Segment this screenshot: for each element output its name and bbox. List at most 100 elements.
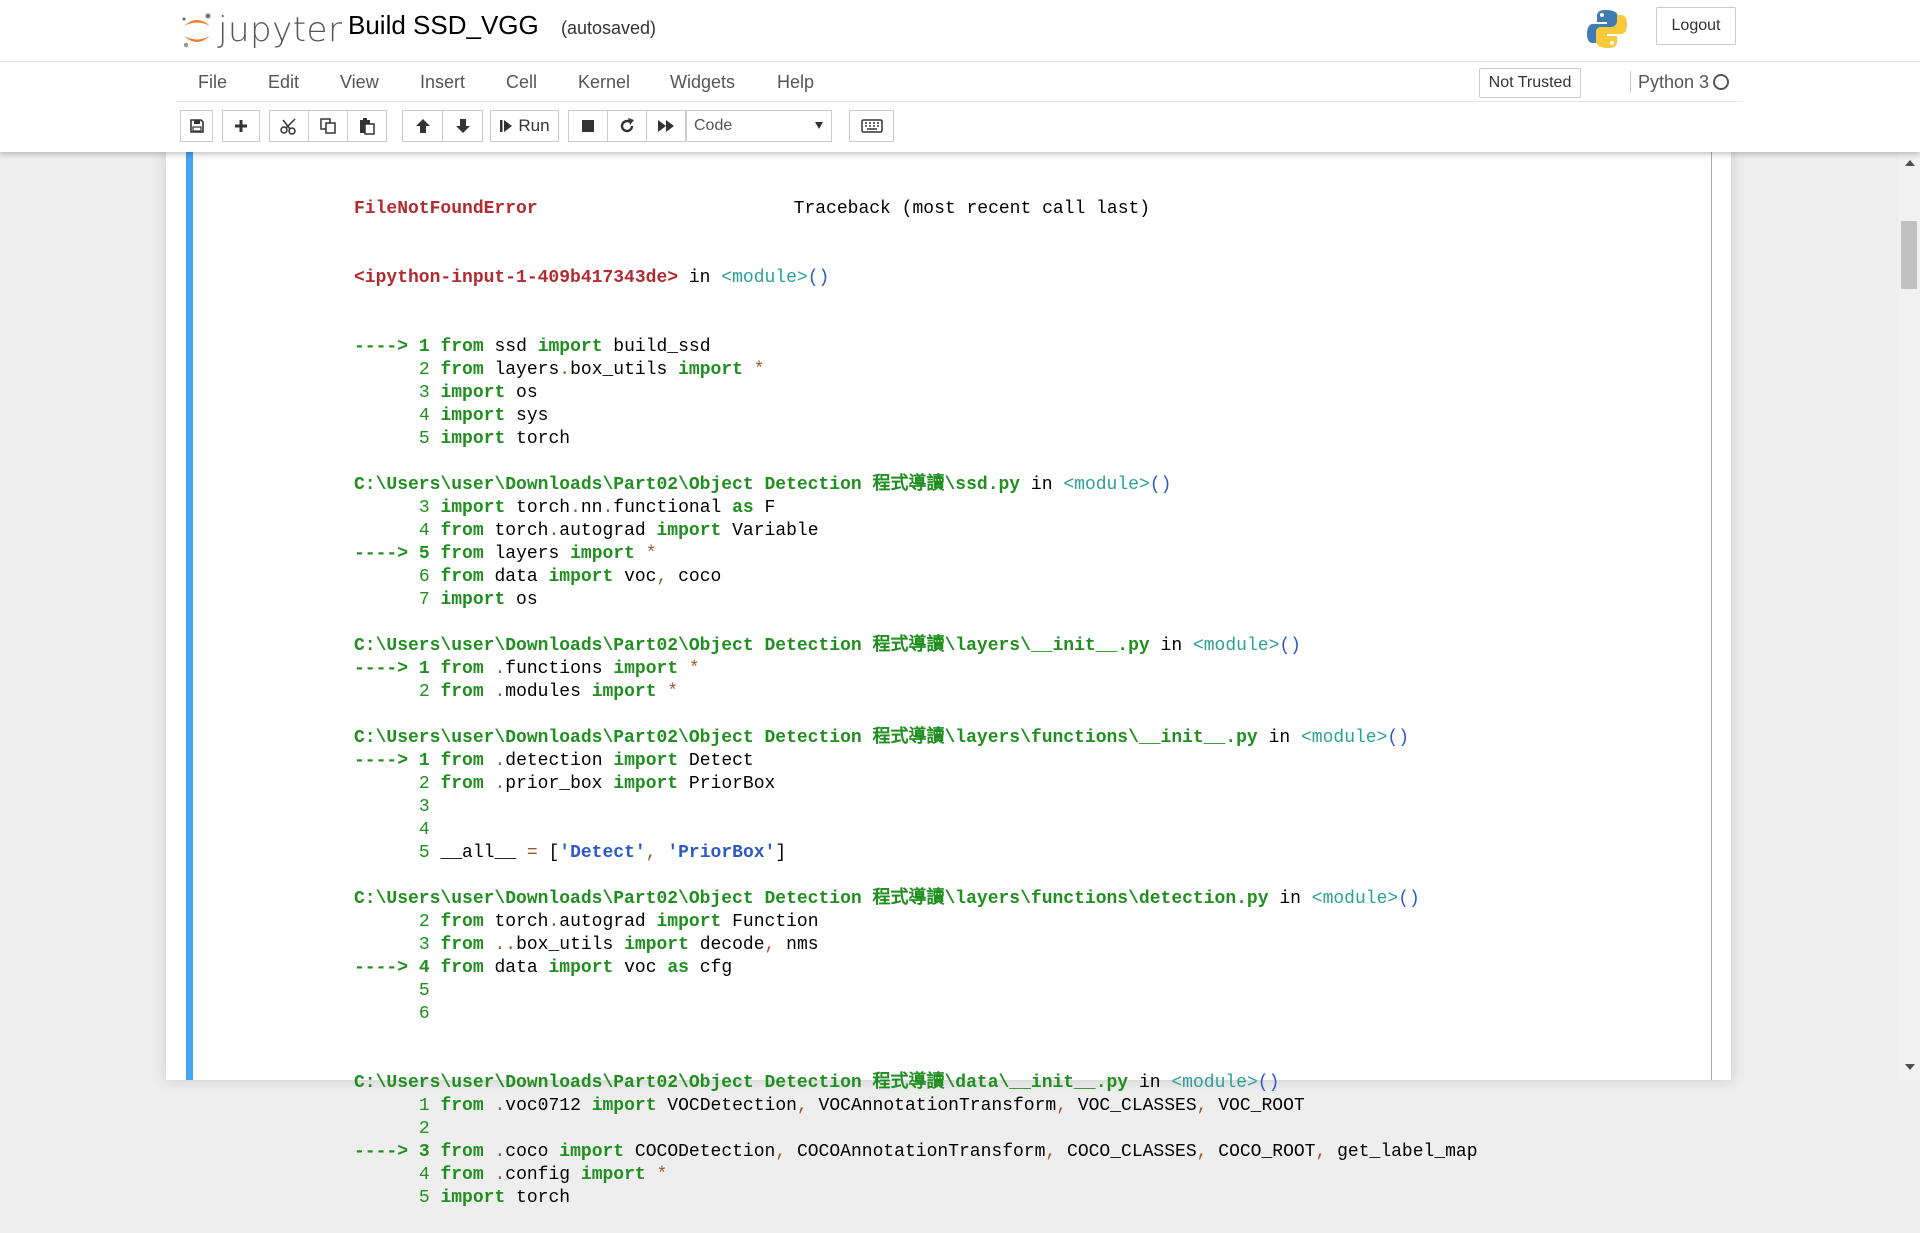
line-number: 3 bbox=[418, 383, 430, 403]
code-token: , bbox=[764, 935, 776, 955]
restart-run-all-button[interactable] bbox=[646, 110, 686, 142]
frame-file-path: C:\Users\user\Downloads\Part02\Object De… bbox=[354, 1073, 1129, 1093]
menu-edit[interactable]: Edit bbox=[268, 72, 299, 93]
logout-button[interactable]: Logout bbox=[1656, 7, 1736, 45]
code-token: Variable bbox=[721, 521, 819, 541]
cut-cell-button[interactable] bbox=[269, 110, 309, 142]
code-token: F bbox=[753, 498, 776, 518]
frame-location: C:\Users\user\Downloads\Part02\Object De… bbox=[354, 636, 1301, 656]
code-token: from bbox=[440, 935, 484, 955]
code-token: nn bbox=[580, 498, 603, 518]
code-token: from bbox=[440, 521, 484, 541]
line-number: 3 bbox=[418, 797, 430, 817]
code-token: from bbox=[440, 360, 484, 380]
menu-insert[interactable]: Insert bbox=[420, 72, 465, 93]
code-token: 'Detect' bbox=[559, 843, 646, 863]
code-line: 2 from layers.box_utils import * bbox=[354, 359, 1704, 382]
code-line: 5 bbox=[354, 980, 1704, 1003]
code-token: , bbox=[1315, 1142, 1327, 1162]
frame-location: C:\Users\user\Downloads\Part02\Object De… bbox=[354, 1073, 1280, 1093]
notebook-title[interactable]: Build SSD_VGG bbox=[348, 10, 539, 41]
code-line: 4 bbox=[354, 819, 1704, 842]
code-token: [ bbox=[537, 843, 560, 863]
code-token: coco bbox=[505, 1142, 560, 1162]
code-line: ----> 1 from .detection import Detect bbox=[354, 750, 1704, 773]
code-line: 4 import sys bbox=[354, 405, 1704, 428]
code-token: from bbox=[440, 1096, 484, 1116]
code-token: , bbox=[656, 567, 668, 587]
code-token: import bbox=[570, 544, 635, 564]
code-token: from bbox=[440, 751, 484, 771]
code-token: torch bbox=[483, 521, 549, 541]
kernel-separator bbox=[1630, 71, 1631, 93]
code-token: from bbox=[440, 337, 484, 357]
menu-view[interactable]: View bbox=[340, 72, 379, 93]
scroll-down-arrow-icon[interactable] bbox=[1905, 1064, 1915, 1070]
jupyter-logo[interactable]: jupyter bbox=[180, 8, 342, 52]
code-token: import bbox=[613, 751, 679, 771]
code-token: box_utils bbox=[570, 360, 679, 380]
code-token: . bbox=[548, 521, 560, 541]
code-line: ----> 3 from .coco import COCODetection,… bbox=[354, 1141, 1704, 1164]
paste-cell-button[interactable] bbox=[347, 110, 387, 142]
code-token: box_utils bbox=[516, 935, 625, 955]
python-logo-icon bbox=[1587, 10, 1627, 48]
frame-file-path: C:\Users\user\Downloads\Part02\Object De… bbox=[354, 475, 1021, 495]
code-token: from bbox=[440, 912, 484, 932]
stop-icon bbox=[582, 120, 594, 132]
code-token: ssd bbox=[483, 337, 538, 357]
code-token: coco bbox=[667, 567, 722, 587]
code-token: from bbox=[440, 544, 484, 564]
code-token: modules bbox=[505, 682, 592, 702]
code-line: 2 bbox=[354, 1118, 1704, 1141]
code-token: cfg bbox=[688, 958, 733, 978]
code-line: 1 from .voc0712 import VOCDetection, VOC… bbox=[354, 1095, 1704, 1118]
code-line: 2 from .modules import * bbox=[354, 681, 1704, 704]
scroll-up-arrow-icon[interactable] bbox=[1905, 160, 1915, 166]
code-token: . bbox=[483, 682, 506, 702]
code-line: 6 bbox=[354, 1003, 1704, 1026]
run-button[interactable]: Run bbox=[490, 110, 559, 142]
line-number: 6 bbox=[418, 1004, 430, 1024]
command-palette-button[interactable] bbox=[849, 110, 894, 142]
save-button[interactable] bbox=[180, 110, 213, 142]
line-number: 1 bbox=[418, 751, 430, 771]
menu-cell[interactable]: Cell bbox=[506, 72, 537, 93]
code-token: , bbox=[1056, 1096, 1068, 1116]
copy-cell-button[interactable] bbox=[308, 110, 348, 142]
restart-kernel-button[interactable] bbox=[607, 110, 647, 142]
current-line-arrow: ----> bbox=[354, 337, 409, 357]
code-token: torch bbox=[505, 498, 571, 518]
page-scrollbar[interactable] bbox=[1899, 152, 1920, 1080]
menu-kernel[interactable]: Kernel bbox=[578, 72, 630, 93]
code-token: import bbox=[537, 337, 603, 357]
menu-help[interactable]: Help bbox=[777, 72, 814, 93]
move-cell-up-button[interactable] bbox=[402, 110, 443, 142]
menu-widgets[interactable]: Widgets bbox=[670, 72, 735, 93]
interrupt-kernel-button[interactable] bbox=[568, 110, 608, 142]
code-token: from bbox=[440, 774, 484, 794]
trust-status-button[interactable]: Not Trusted bbox=[1479, 68, 1581, 98]
frame-file-path: C:\Users\user\Downloads\Part02\Object De… bbox=[354, 636, 1150, 656]
code-token: . bbox=[483, 1096, 506, 1116]
cell-type-select[interactable]: Code bbox=[686, 110, 832, 142]
code-line: ----> 1 from .functions import * bbox=[354, 658, 1704, 681]
code-token: from bbox=[440, 682, 484, 702]
code-token: * bbox=[645, 1165, 668, 1185]
line-number: 1 bbox=[418, 659, 430, 679]
error-type: FileNotFoundError bbox=[354, 199, 538, 219]
scrollbar-thumb[interactable] bbox=[1901, 221, 1917, 289]
traceback-header: FileNotFoundError Traceback (most recent … bbox=[354, 198, 1704, 221]
move-cell-down-button[interactable] bbox=[442, 110, 483, 142]
code-token: as bbox=[732, 498, 754, 518]
line-number: 3 bbox=[418, 1142, 430, 1162]
code-line: 4 from .config import * bbox=[354, 1164, 1704, 1187]
code-token: import bbox=[591, 682, 657, 702]
insert-cell-button[interactable] bbox=[222, 110, 260, 142]
save-icon bbox=[189, 119, 204, 133]
code-line: 5 import torch bbox=[354, 1187, 1704, 1210]
menu-file[interactable]: File bbox=[198, 72, 227, 93]
